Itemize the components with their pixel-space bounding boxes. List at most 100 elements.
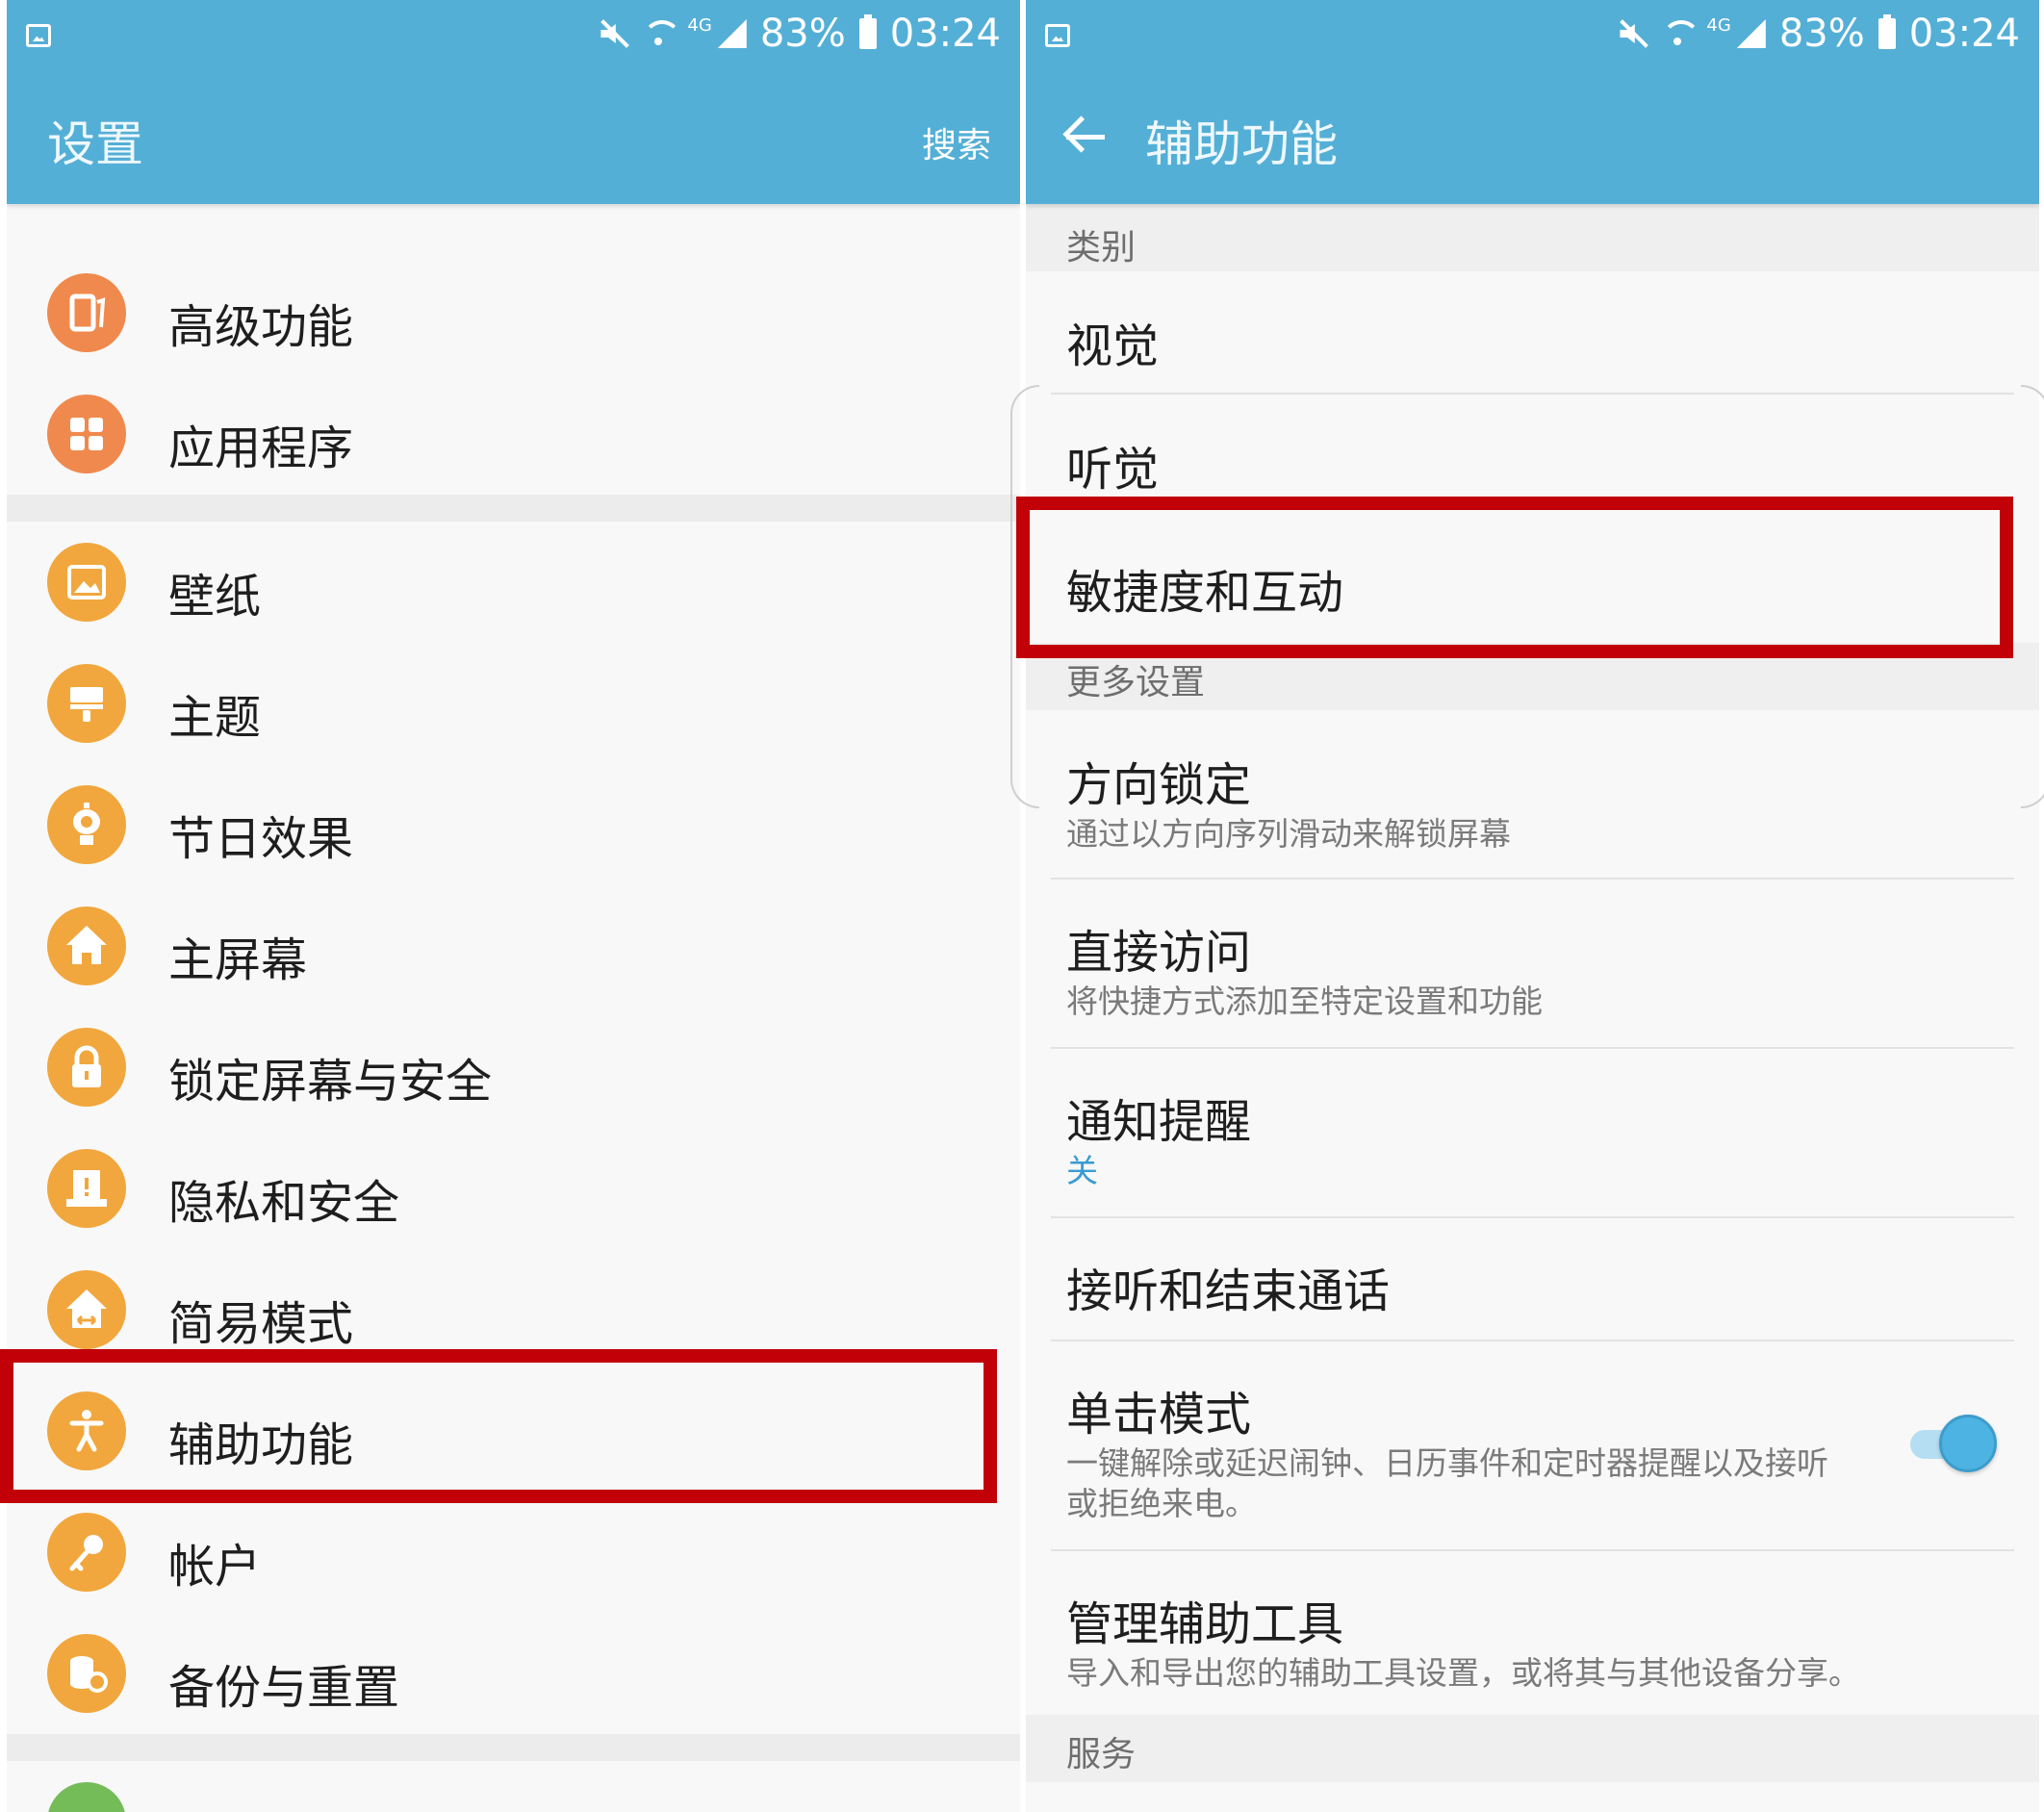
settings-item-accounts[interactable]: 帐户 bbox=[7, 1492, 1020, 1613]
more-item-notification-reminder[interactable]: 通知提醒 关 bbox=[1026, 1049, 2039, 1216]
privacy-icon bbox=[47, 1149, 126, 1228]
back-arrow-icon[interactable] bbox=[1062, 115, 1109, 158]
signal-icon bbox=[717, 19, 747, 48]
wifi-icon bbox=[643, 18, 682, 49]
section-header-category: 类别 bbox=[1026, 204, 2039, 271]
app-bar: 设置 搜索 bbox=[7, 69, 1020, 204]
accessibility-screen: 4G 83% 03:24 辅助功能 类别 视觉 听觉 敏捷度和互动 更多设置 方… bbox=[1026, 0, 2039, 1812]
section-header-more: 更多设置 bbox=[1026, 643, 2039, 710]
settings-item-label: 主题 bbox=[168, 691, 262, 745]
item-status: 关 bbox=[1066, 1152, 1098, 1189]
item-subtitle: 通过以方向序列滑动来解锁屏幕 bbox=[1066, 815, 1511, 853]
category-item-vision[interactable]: 视觉 bbox=[1026, 271, 2039, 393]
item-title: 方向锁定 bbox=[1066, 758, 1252, 812]
clock: 03:24 bbox=[889, 12, 1001, 56]
settings-item-wallpaper[interactable]: 壁纸 bbox=[7, 522, 1020, 643]
lock-icon bbox=[47, 1028, 126, 1107]
more-item-manage-accessibility[interactable]: 管理辅助工具 导入和导出您的辅助工具设置，或将其与其他设备分享。 bbox=[1026, 1551, 2039, 1715]
settings-item-label: 主屏幕 bbox=[168, 933, 308, 987]
settings-item-label: 隐私和安全 bbox=[168, 1176, 400, 1230]
accessibility-icon bbox=[47, 1391, 126, 1470]
status-bar: 4G 83% 03:24 bbox=[7, 0, 1020, 69]
status-indicators: 4G 83% 03:24 bbox=[599, 10, 1001, 58]
item-title: 敏捷度和互动 bbox=[1066, 566, 1344, 620]
item-title: 通知提醒 bbox=[1066, 1095, 1252, 1149]
backup-reset-icon bbox=[47, 1634, 126, 1713]
status-bar: 4G 83% 03:24 bbox=[1026, 0, 2039, 69]
section-divider bbox=[7, 1734, 1020, 1761]
battery-icon bbox=[1878, 14, 1896, 49]
settings-item-accessibility[interactable]: 辅助功能 bbox=[7, 1370, 1020, 1492]
item-subtitle: 一键解除或延迟闹钟、日历事件和定时器提醒以及接听 bbox=[1066, 1444, 1828, 1482]
edge-panel-curve bbox=[2021, 385, 2044, 808]
battery-percent: 83% bbox=[1778, 12, 1865, 56]
settings-item-easy-mode[interactable]: 简易模式 bbox=[7, 1249, 1020, 1370]
settings-screen: 4G 83% 03:24 设置 搜索 高级功能 应用程序 壁纸 主题 节日效果 … bbox=[7, 0, 1020, 1812]
wallpaper-icon bbox=[47, 543, 126, 622]
item-title: 直接访问 bbox=[1066, 926, 1252, 980]
settings-item-backup-reset[interactable]: 备份与重置 bbox=[7, 1613, 1020, 1734]
section-divider bbox=[7, 495, 1020, 522]
settings-item-apps[interactable]: 应用程序 bbox=[7, 373, 1020, 495]
account-key-icon bbox=[47, 1513, 126, 1592]
page-title: 设置 bbox=[47, 116, 143, 172]
settings-item-home-screen[interactable]: 主屏幕 bbox=[7, 885, 1020, 1007]
settings-item-lock-screen[interactable]: 锁定屏幕与安全 bbox=[7, 1007, 1020, 1128]
mute-icon bbox=[1618, 18, 1648, 49]
settings-item-label: 备份与重置 bbox=[168, 1661, 400, 1715]
settings-item-label: 锁定屏幕与安全 bbox=[168, 1055, 493, 1109]
easy-mode-icon bbox=[47, 1270, 126, 1349]
settings-item-label: 壁纸 bbox=[168, 570, 262, 624]
battery-percent: 83% bbox=[759, 12, 846, 56]
theme-brush-icon bbox=[47, 664, 126, 743]
gallery-notification-icon bbox=[26, 24, 51, 47]
settings-item-label: 应用程序 bbox=[168, 421, 354, 475]
item-title: 接听和结束通话 bbox=[1066, 1264, 1391, 1318]
settings-item-festival-effects[interactable]: 节日效果 bbox=[7, 764, 1020, 885]
home-icon bbox=[47, 906, 126, 985]
gallery-notification-icon bbox=[1045, 24, 1070, 47]
item-subtitle: 或拒绝来电。 bbox=[1066, 1485, 1257, 1522]
category-item-dexterity[interactable]: 敏捷度和互动 bbox=[1026, 516, 2039, 637]
settings-item-label: 辅助功能 bbox=[168, 1418, 354, 1472]
item-title: 视觉 bbox=[1066, 319, 1160, 373]
signal-icon bbox=[1736, 19, 1766, 48]
wifi-icon bbox=[1662, 18, 1701, 49]
festival-lantern-icon bbox=[47, 785, 126, 864]
section-header-label: 类别 bbox=[1066, 228, 1137, 268]
toggle-knob bbox=[1939, 1415, 1997, 1472]
settings-item-label: 帐户 bbox=[168, 1540, 262, 1594]
settings-item-label: 高级功能 bbox=[168, 300, 354, 354]
more-item-answer-end-calls[interactable]: 接听和结束通话 bbox=[1026, 1218, 2039, 1340]
clock: 03:24 bbox=[1908, 12, 2020, 56]
network-type-label: 4G bbox=[1706, 15, 1731, 36]
item-subtitle: 将快捷方式添加至特定设置和功能 bbox=[1066, 983, 1543, 1020]
settings-item-advanced-features[interactable]: 高级功能 bbox=[7, 252, 1020, 373]
search-button[interactable]: 搜索 bbox=[922, 117, 991, 167]
battery-icon bbox=[858, 14, 877, 49]
more-item-direction-lock[interactable]: 方向锁定 通过以方向序列滑动来解锁屏幕 bbox=[1026, 710, 2039, 878]
more-item-direct-access[interactable]: 直接访问 将快捷方式添加至特定设置和功能 bbox=[1026, 880, 2039, 1047]
settings-item-label: 节日效果 bbox=[168, 812, 354, 866]
more-item-single-tap-mode[interactable]: 单击模式 一键解除或延迟闹钟、日历事件和定时器提醒以及接听 或拒绝来电。 bbox=[1026, 1341, 2039, 1549]
section-header-services: 服务 bbox=[1026, 1715, 2039, 1782]
apps-grid-icon bbox=[47, 395, 126, 473]
mute-icon bbox=[599, 18, 629, 49]
section-header-label: 服务 bbox=[1066, 1735, 1137, 1774]
settings-item-language-input[interactable] bbox=[7, 1761, 1020, 1812]
app-bar: 辅助功能 bbox=[1026, 69, 2039, 204]
status-indicators: 4G 83% 03:24 bbox=[1618, 10, 2020, 58]
single-tap-toggle[interactable] bbox=[1910, 1415, 1997, 1472]
page-title: 辅助功能 bbox=[1145, 116, 1338, 172]
section-header-label: 更多设置 bbox=[1066, 663, 1206, 702]
advanced-features-icon bbox=[47, 273, 126, 352]
settings-item-privacy[interactable]: 隐私和安全 bbox=[7, 1128, 1020, 1249]
item-title: 单击模式 bbox=[1066, 1388, 1252, 1442]
item-title: 听觉 bbox=[1066, 443, 1160, 497]
category-item-hearing[interactable]: 听觉 bbox=[1026, 395, 2039, 516]
settings-item-themes[interactable]: 主题 bbox=[7, 643, 1020, 764]
network-type-label: 4G bbox=[687, 15, 712, 36]
item-title: 管理辅助工具 bbox=[1066, 1597, 1344, 1651]
item-subtitle: 导入和导出您的辅助工具设置，或将其与其他设备分享。 bbox=[1066, 1654, 1860, 1692]
settings-item-label: 简易模式 bbox=[168, 1297, 354, 1351]
